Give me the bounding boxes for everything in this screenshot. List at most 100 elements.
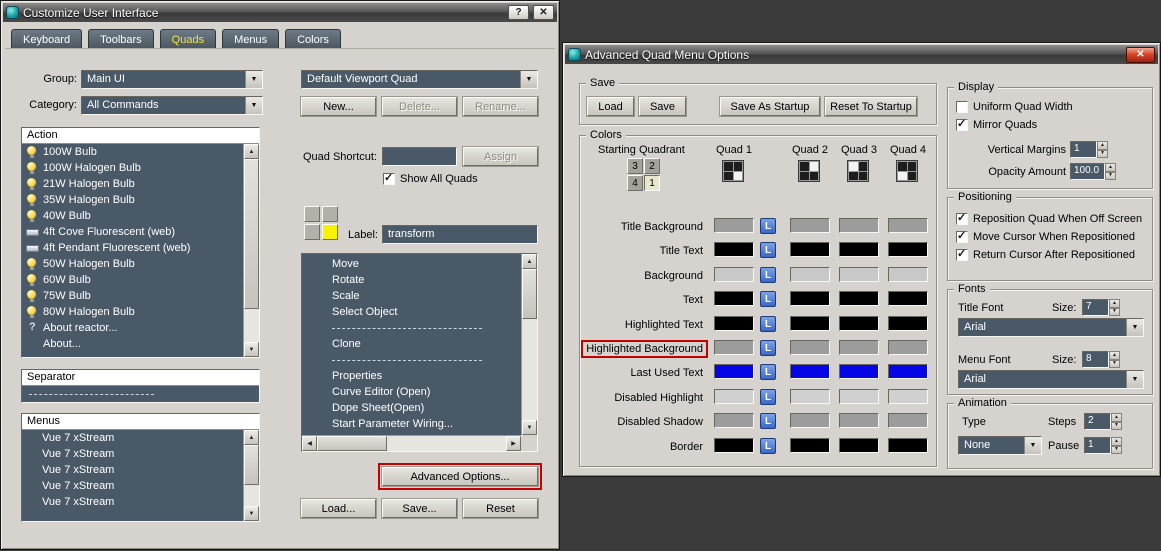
list-item[interactable]: 40W Bulb xyxy=(22,208,243,224)
dropdown-arrow-button[interactable]: ▼ xyxy=(245,71,262,88)
color-swatch-quad2[interactable] xyxy=(790,267,830,282)
scrollbar-vertical[interactable]: ▲ ▼ xyxy=(521,254,537,435)
tab-quads[interactable]: Quads xyxy=(159,29,217,49)
spinner-down-button[interactable]: ▼ xyxy=(1109,307,1120,316)
lock-button[interactable]: L xyxy=(760,438,776,454)
spinner-down-button[interactable]: ▼ xyxy=(1097,149,1108,158)
list-item[interactable]: Vue 7 xStream xyxy=(22,446,243,462)
quad-cell-top-left[interactable] xyxy=(304,206,320,222)
viewport-quad-select[interactable]: Default Viewport Quad ▼ xyxy=(301,70,538,89)
save-button[interactable]: Save... xyxy=(382,499,457,518)
menu-item[interactable]: Scale xyxy=(302,288,521,304)
opacity-amount-spinner[interactable]: 100.0 ▲ ▼ xyxy=(1070,163,1116,180)
new-button[interactable]: New... xyxy=(301,97,376,116)
color-swatch-quad1[interactable] xyxy=(714,364,754,379)
category-select[interactable]: All Commands ▼ xyxy=(81,96,263,115)
list-item[interactable]: About reactor... xyxy=(22,320,243,336)
lock-button[interactable]: L xyxy=(760,340,776,356)
label-input[interactable]: transform xyxy=(382,225,538,244)
assign-button[interactable]: Assign xyxy=(463,147,538,166)
list-item[interactable]: Vue 7 xStream xyxy=(22,462,243,478)
scroll-down-button[interactable]: ▼ xyxy=(244,342,259,357)
spinner-value[interactable]: 7 xyxy=(1082,299,1109,316)
titlebar[interactable]: Advanced Quad Menu Options ✕ xyxy=(565,45,1158,64)
menu-item[interactable]: Clone xyxy=(302,336,521,352)
list-item[interactable]: 4ft Cove Fluorescent (web) xyxy=(22,224,243,240)
lock-button[interactable]: L xyxy=(760,389,776,405)
color-swatch-quad1[interactable] xyxy=(714,389,754,404)
list-item[interactable]: 35W Halogen Bulb xyxy=(22,192,243,208)
spinner-value[interactable]: 1 xyxy=(1070,141,1097,158)
spinner-down-button[interactable]: ▼ xyxy=(1111,421,1122,430)
reset-button[interactable]: Reset xyxy=(463,499,538,518)
color-swatch-quad2[interactable] xyxy=(790,340,830,355)
delete-button[interactable]: Delete... xyxy=(382,97,457,116)
color-swatch-quad2[interactable] xyxy=(790,316,830,331)
color-swatch-quad1[interactable] xyxy=(714,438,754,453)
list-item[interactable]: 80W Halogen Bulb xyxy=(22,304,243,320)
color-swatch-quad1[interactable] xyxy=(714,340,754,355)
tab-colors[interactable]: Colors xyxy=(285,29,341,49)
menu-item[interactable] xyxy=(302,352,521,368)
spinner-up-button[interactable]: ▲ xyxy=(1109,299,1120,308)
color-swatch-quad3[interactable] xyxy=(839,340,879,355)
starting-quadrant-cell-2[interactable]: 2 xyxy=(644,158,660,174)
save-button[interactable]: Save xyxy=(639,97,686,116)
scrollbar-thumb[interactable] xyxy=(522,269,537,319)
lock-button[interactable]: L xyxy=(760,218,776,234)
color-swatch-quad2[interactable] xyxy=(790,438,830,453)
list-item[interactable]: Vue 7 xStream xyxy=(22,494,243,510)
color-swatch-quad4[interactable] xyxy=(888,413,928,428)
color-swatch-quad4[interactable] xyxy=(888,389,928,404)
color-swatch-quad1[interactable] xyxy=(714,291,754,306)
close-button[interactable]: ✕ xyxy=(1126,46,1155,63)
scroll-up-button[interactable]: ▲ xyxy=(244,144,259,159)
menu-size-spinner[interactable]: 8 ▲ ▼ xyxy=(1082,351,1120,368)
load-button[interactable]: Load xyxy=(587,97,634,116)
menu-item[interactable]: Dope Sheet(Open) xyxy=(302,400,521,416)
steps-spinner[interactable]: 2 ▲ ▼ xyxy=(1084,413,1122,430)
spinner-down-button[interactable]: ▼ xyxy=(1109,359,1120,368)
spinner-value[interactable]: 8 xyxy=(1082,351,1109,368)
titlebar[interactable]: Customize User Interface ? ✕ xyxy=(3,3,557,22)
group-select[interactable]: Main UI ▼ xyxy=(81,70,263,89)
tab-menus[interactable]: Menus xyxy=(222,29,280,49)
color-swatch-quad1[interactable] xyxy=(714,242,754,257)
color-swatch-quad4[interactable] xyxy=(888,218,928,233)
color-swatch-quad2[interactable] xyxy=(790,291,830,306)
dropdown-arrow-button[interactable]: ▼ xyxy=(245,97,262,114)
animation-type-select[interactable]: None ▼ xyxy=(958,436,1042,455)
color-swatch-quad1[interactable] xyxy=(714,267,754,282)
rename-button[interactable]: Rename... xyxy=(463,97,538,116)
color-swatch-quad4[interactable] xyxy=(888,242,928,257)
color-swatch-quad1[interactable] xyxy=(714,218,754,233)
scroll-right-button[interactable]: ▶ xyxy=(506,436,521,451)
spinner-down-button[interactable]: ▼ xyxy=(1111,445,1122,454)
dropdown-arrow-button[interactable]: ▼ xyxy=(520,71,537,88)
scrollbar-vertical[interactable]: ▲ ▼ xyxy=(243,144,259,357)
menu-item[interactable]: Curve Editor (Open) xyxy=(302,384,521,400)
pause-spinner[interactable]: 1 ▲ ▼ xyxy=(1084,437,1122,454)
menu-item[interactable]: Select Object xyxy=(302,304,521,320)
lock-button[interactable]: L xyxy=(760,291,776,307)
list-item[interactable]: 4ft Pendant Fluorescent (web) xyxy=(22,240,243,256)
quad-shortcut-input[interactable] xyxy=(382,147,457,166)
dropdown-arrow-button[interactable]: ▼ xyxy=(1126,371,1143,388)
quad-cell-bottom-left[interactable] xyxy=(304,224,320,240)
list-item[interactable]: 50W Halogen Bulb xyxy=(22,256,243,272)
color-swatch-quad3[interactable] xyxy=(839,316,879,331)
scroll-left-button[interactable]: ◀ xyxy=(302,436,317,451)
color-swatch-quad2[interactable] xyxy=(790,364,830,379)
color-swatch-quad2[interactable] xyxy=(790,242,830,257)
color-swatch-quad1[interactable] xyxy=(714,316,754,331)
dropdown-arrow-button[interactable]: ▼ xyxy=(1024,437,1041,454)
color-swatch-quad3[interactable] xyxy=(839,364,879,379)
title-font-select[interactable]: Arial ▼ xyxy=(958,318,1144,337)
scrollbar-horizontal[interactable]: ◀ ▶ xyxy=(302,435,521,451)
color-swatch-quad4[interactable] xyxy=(888,438,928,453)
separator-item[interactable] xyxy=(22,386,259,402)
list-item[interactable]: 100W Halogen Bulb xyxy=(22,160,243,176)
list-item[interactable]: Vue 7 xStream xyxy=(22,478,243,494)
dropdown-arrow-button[interactable]: ▼ xyxy=(1126,319,1143,336)
lock-button[interactable]: L xyxy=(760,364,776,380)
